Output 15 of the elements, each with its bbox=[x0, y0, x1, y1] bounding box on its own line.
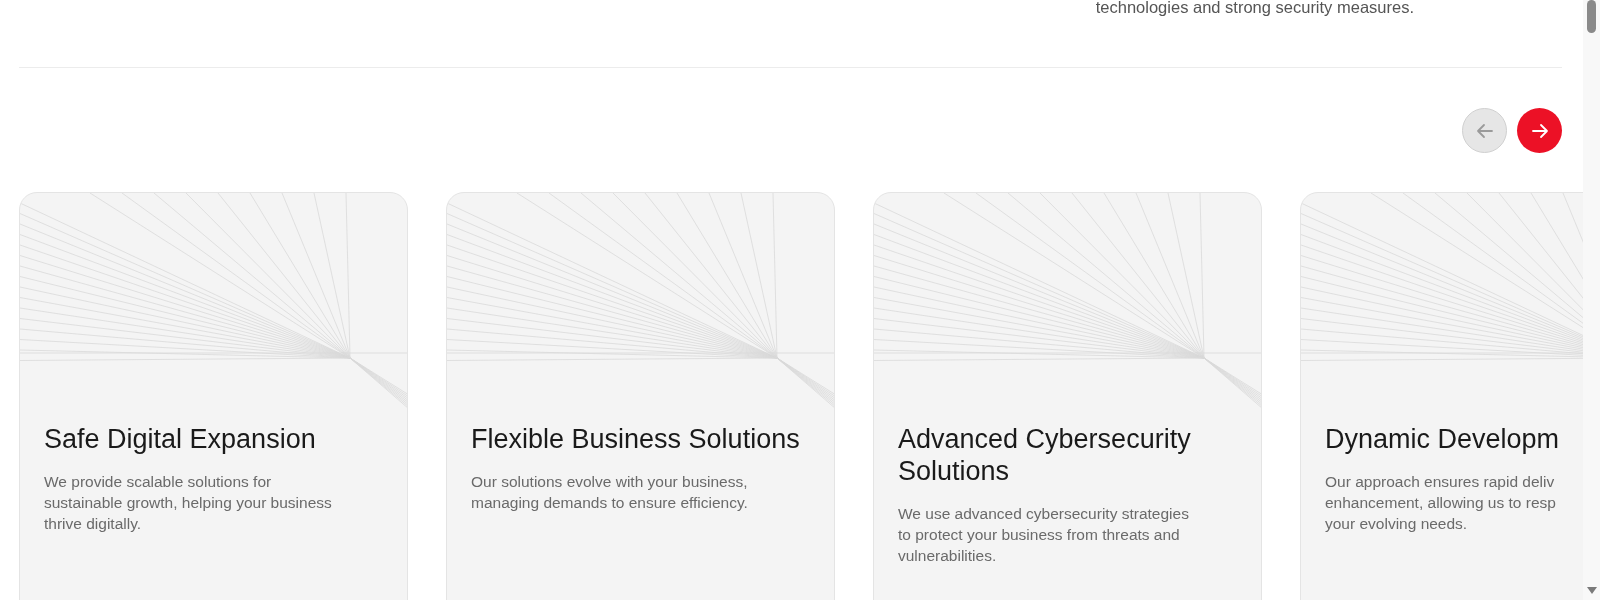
card-description: Our solutions evolve with your business, managing demands to ensure efficiency. bbox=[471, 472, 749, 513]
scrollbar[interactable] bbox=[1583, 0, 1600, 600]
arrow-right-icon bbox=[1530, 121, 1549, 140]
card-description: We use advanced cybersecurity strategies to protect your business from threats and vulnerabilities. bbox=[898, 504, 1190, 566]
arrow-left-icon bbox=[1475, 121, 1494, 140]
card-title: Safe Digital Expansion bbox=[44, 423, 317, 455]
card-title: Advanced Cybersecurity Solutions bbox=[898, 423, 1192, 487]
card-description: We provide scalable solutions for sustainable growth, helping your business thrive digitally. bbox=[44, 472, 333, 534]
scrollbar-thumb[interactable] bbox=[1587, 0, 1596, 33]
card-description: Our approach ensures rapid deliv enhancement, allowing us to resp your evolving needs. bbox=[1325, 472, 1557, 534]
card-title: Dynamic Developm bbox=[1325, 423, 1561, 455]
card-title: Flexible Business Solutions bbox=[471, 423, 801, 455]
intro-text: technologies and strong security measures. bbox=[1095, 0, 1414, 17]
next-button[interactable] bbox=[1517, 108, 1562, 153]
scroll-down-icon[interactable] bbox=[1587, 587, 1597, 594]
